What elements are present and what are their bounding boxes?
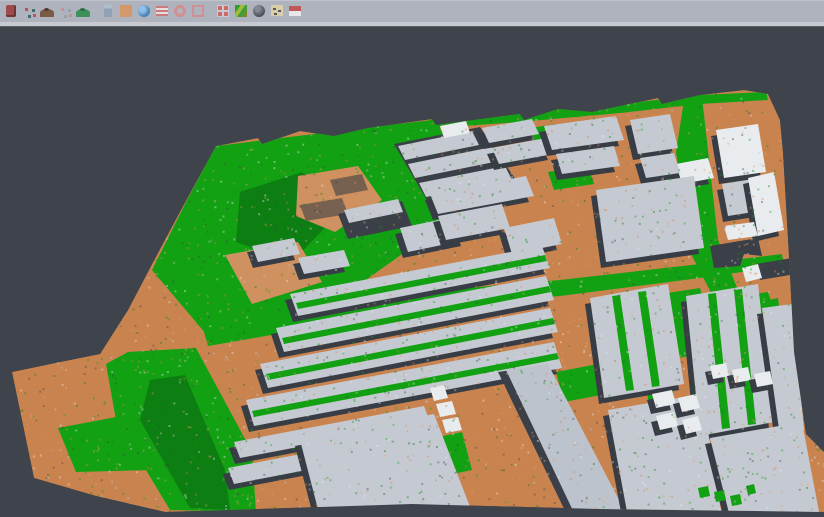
sphere-glyph <box>253 5 265 17</box>
toolbar-separator <box>207 3 214 19</box>
lines-glyph <box>156 6 168 16</box>
list-stripes-icon[interactable] <box>154 3 170 19</box>
circle-select-icon[interactable] <box>172 3 188 19</box>
toolbar-separator <box>92 3 99 19</box>
block-glyph <box>6 5 16 17</box>
grid-glyph <box>217 5 229 17</box>
building-roof <box>710 422 820 517</box>
vegetation-patch <box>698 486 710 498</box>
terrain-dsm-icon[interactable] <box>75 3 91 19</box>
sphere-render-icon[interactable] <box>251 3 267 19</box>
square-glyph <box>120 5 132 17</box>
mound-glyph <box>40 9 54 17</box>
grid-tiles-icon[interactable] <box>215 3 231 19</box>
globe-glyph <box>138 5 150 17</box>
ortho-image-icon[interactable] <box>118 3 134 19</box>
vegetation-patch <box>714 490 726 502</box>
mound-glyph <box>76 9 90 17</box>
column-glyph <box>104 5 112 17</box>
building-roof-white <box>716 124 766 178</box>
vegetation-patch <box>730 494 742 506</box>
layers-glyph <box>289 6 301 16</box>
terrain-dtm-icon[interactable] <box>39 3 55 19</box>
classification-colors-icon[interactable] <box>233 3 249 19</box>
map-glyph <box>271 5 283 16</box>
scatter-glyph <box>23 5 35 17</box>
building-roof <box>596 176 704 262</box>
layers-icon[interactable] <box>287 3 303 19</box>
building-roof <box>608 394 722 517</box>
globe-icon[interactable] <box>136 3 152 19</box>
colormap-glyph <box>235 5 247 17</box>
scatter-points-icon[interactable] <box>21 3 37 19</box>
map-sheet-icon[interactable] <box>269 3 285 19</box>
toolbar <box>0 0 824 22</box>
sparse-points-icon[interactable] <box>57 3 73 19</box>
application-window <box>0 0 824 517</box>
selection-tool-icon[interactable] <box>3 3 19 19</box>
viewport-3d[interactable] <box>0 27 824 517</box>
zoom-extents-icon[interactable] <box>190 3 206 19</box>
scatter-glyph <box>59 5 71 17</box>
ring-glyph <box>174 5 186 17</box>
brackets-glyph <box>192 5 204 17</box>
profile-column-icon[interactable] <box>100 3 116 19</box>
building-roof <box>590 284 684 398</box>
point-cloud-render <box>0 27 824 517</box>
building-roof <box>630 114 678 154</box>
